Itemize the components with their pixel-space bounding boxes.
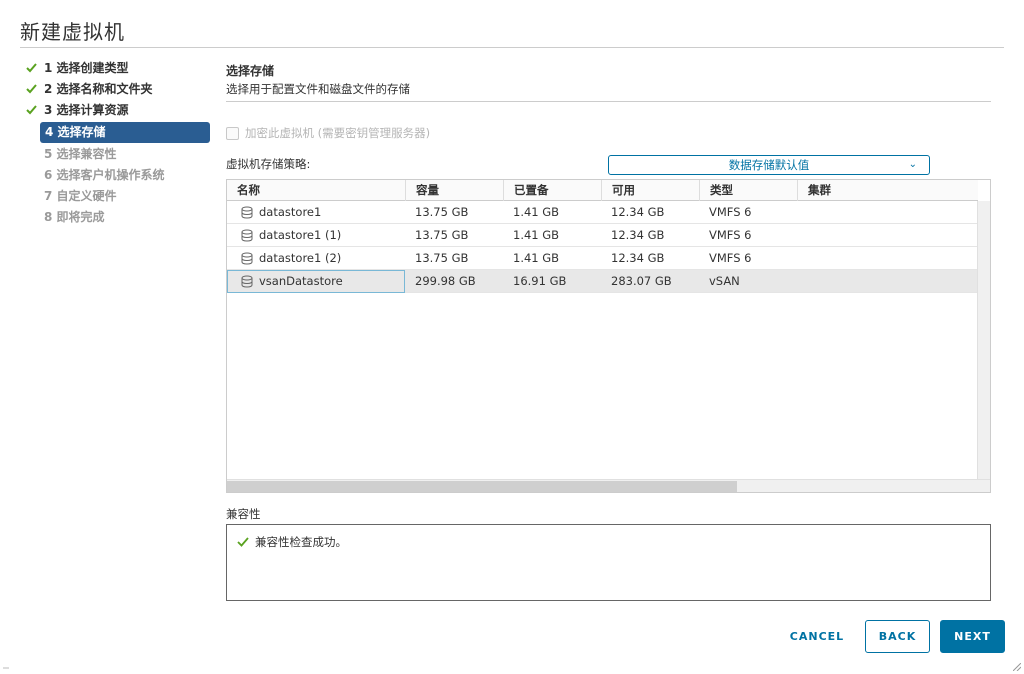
datastore-name: datastore1: [259, 205, 322, 219]
section-title: 选择存储: [226, 64, 275, 78]
wizard-step-label: 2 选择名称和文件夹: [44, 82, 153, 96]
wizard-step-label: 3 选择计算资源: [44, 103, 129, 117]
database-icon: [241, 229, 253, 242]
storage-policy-value: 数据存储默认值: [728, 158, 810, 172]
corner-mark-icon: [3, 667, 9, 669]
encrypt-vm-checkbox[interactable]: [226, 126, 239, 140]
cell-name: datastore1: [227, 201, 405, 224]
wizard-step-label: 6 选择客户机操作系统: [44, 168, 165, 182]
next-button[interactable]: NEXT: [940, 620, 1005, 653]
table-header: 名称 容量 已置备 可用 类型 集群: [227, 180, 978, 201]
check-icon: [26, 58, 40, 79]
horizontal-scrollbar[interactable]: [227, 479, 990, 492]
cell-cluster: [797, 201, 978, 224]
cell-type: VMFS 6: [709, 251, 752, 265]
column-header-provisioned[interactable]: 已置备: [503, 180, 601, 201]
wizard-step-label: 7 自定义硬件: [44, 189, 117, 203]
wizard-step-label: 5 选择兼容性: [44, 147, 117, 161]
back-button[interactable]: BACK: [865, 620, 930, 653]
encrypt-vm-checkbox-row: 加密此虚拟机 (需要密钥管理服务器): [226, 125, 430, 141]
datastore-name: vsanDatastore: [259, 274, 343, 288]
database-icon: [241, 275, 253, 288]
compatibility-message: 兼容性检查成功。: [255, 535, 347, 549]
section-divider: [226, 101, 991, 102]
datastore-table: 名称 容量 已置备 可用 类型 集群 datastore1 13.75 GB 1…: [226, 179, 991, 493]
cell-type: vSAN: [709, 274, 740, 288]
column-header-type[interactable]: 类型: [699, 180, 797, 201]
cell-name: datastore1 (2): [227, 247, 405, 270]
check-icon: [237, 537, 249, 547]
check-icon: [26, 79, 40, 100]
cell-free: 12.34 GB: [611, 205, 665, 219]
wizard-step-3[interactable]: 3 选择计算资源: [20, 100, 210, 121]
cell-name: vsanDatastore: [227, 270, 405, 293]
cell-provisioned: 1.41 GB: [513, 251, 560, 265]
cell-cluster: [797, 224, 978, 247]
wizard-step-4[interactable]: 4 选择存储: [40, 122, 210, 143]
cell-type: VMFS 6: [709, 228, 752, 242]
database-icon: [241, 252, 253, 265]
storage-policy-select[interactable]: 数据存储默认值 ⌄: [608, 155, 930, 175]
resize-handle-icon[interactable]: [1013, 663, 1021, 671]
table-row[interactable]: datastore1 (1) 13.75 GB 1.41 GB 12.34 GB…: [227, 224, 978, 247]
chevron-down-icon: ⌄: [908, 159, 917, 170]
title-divider: [20, 47, 1004, 48]
cancel-button[interactable]: CANCEL: [776, 620, 858, 653]
cell-capacity: 13.75 GB: [415, 205, 469, 219]
wizard-step-label: 8 即将完成: [44, 210, 105, 224]
compatibility-message-row: 兼容性检查成功。: [237, 534, 347, 550]
wizard-steps-nav: 1 选择创建类型 2 选择名称和文件夹 3 选择计算资源 4 选择存储 5 选择…: [20, 58, 210, 228]
wizard-step-label: 4 选择存储: [45, 125, 106, 139]
column-header-name[interactable]: 名称: [227, 180, 405, 201]
column-header-capacity[interactable]: 容量: [405, 180, 503, 201]
wizard-step-1[interactable]: 1 选择创建类型: [20, 58, 210, 79]
cell-provisioned: 1.41 GB: [513, 228, 560, 242]
database-icon: [241, 206, 253, 219]
datastore-name: datastore1 (2): [259, 251, 342, 265]
cell-cluster: [797, 270, 978, 293]
datastore-name: datastore1 (1): [259, 228, 342, 242]
wizard-title: 新建虚拟机: [20, 20, 125, 44]
horizontal-scrollbar-thumb[interactable]: [227, 481, 737, 492]
compatibility-label: 兼容性: [226, 507, 261, 521]
wizard-step-label: 1 选择创建类型: [44, 61, 129, 75]
vertical-scrollbar[interactable]: [977, 201, 990, 479]
cell-name: datastore1 (1): [227, 224, 405, 247]
cell-type: VMFS 6: [709, 205, 752, 219]
cell-capacity: 13.75 GB: [415, 228, 469, 242]
column-header-free[interactable]: 可用: [601, 180, 699, 201]
cell-provisioned: 1.41 GB: [513, 205, 560, 219]
cell-provisioned: 16.91 GB: [513, 274, 567, 288]
section-subtitle: 选择用于配置文件和磁盘文件的存储: [226, 82, 410, 96]
table-row-selected[interactable]: vsanDatastore 299.98 GB 16.91 GB 283.07 …: [227, 270, 978, 293]
wizard-step-5: 5 选择兼容性: [20, 144, 210, 165]
storage-policy-label: 虚拟机存储策略:: [226, 157, 311, 171]
wizard-step-8: 8 即将完成: [20, 207, 210, 228]
compatibility-panel: 兼容性检查成功。: [226, 524, 991, 601]
cell-free: 12.34 GB: [611, 228, 665, 242]
table-row[interactable]: datastore1 13.75 GB 1.41 GB 12.34 GB VMF…: [227, 201, 978, 224]
cell-cluster: [797, 247, 978, 270]
cell-free: 283.07 GB: [611, 274, 672, 288]
check-icon: [26, 100, 40, 121]
table-row[interactable]: datastore1 (2) 13.75 GB 1.41 GB 12.34 GB…: [227, 247, 978, 270]
cell-free: 12.34 GB: [611, 251, 665, 265]
wizard-step-7: 7 自定义硬件: [20, 186, 210, 207]
column-header-cluster[interactable]: 集群: [797, 180, 978, 201]
wizard-step-6: 6 选择客户机操作系统: [20, 165, 210, 186]
encrypt-vm-label: 加密此虚拟机 (需要密钥管理服务器): [245, 126, 431, 140]
cell-capacity: 299.98 GB: [415, 274, 476, 288]
cell-capacity: 13.75 GB: [415, 251, 469, 265]
wizard-step-2[interactable]: 2 选择名称和文件夹: [20, 79, 210, 100]
